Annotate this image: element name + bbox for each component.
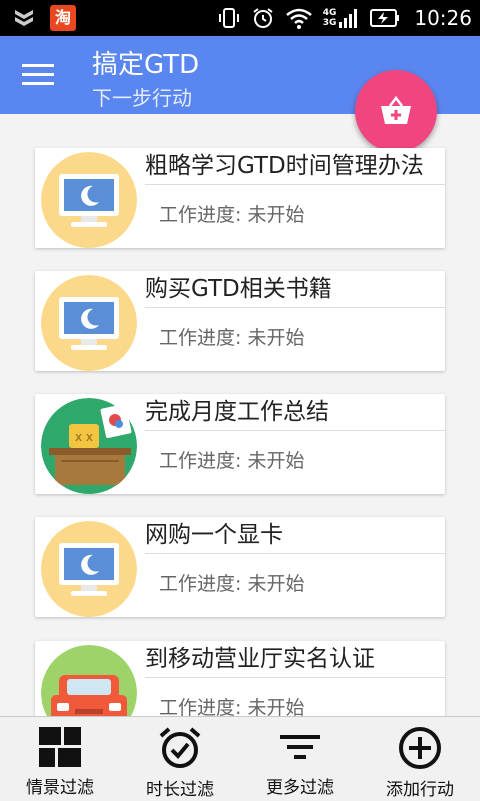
bottom-nav: 情景过滤 时长过滤 更多过滤 添加行动 xyxy=(0,716,480,801)
action-list: 粗略学习GTD时间管理办法 工作进度: 未开始 购买GTD相关书籍 工作进度: … xyxy=(0,114,480,716)
progress-value: 未开始 xyxy=(247,450,305,472)
action-title: 粗略学习GTD时间管理办法 xyxy=(145,150,445,185)
tab-label: 更多过滤 xyxy=(266,778,334,798)
progress-label: 工作进度: xyxy=(159,450,248,472)
progress-label: 工作进度: xyxy=(159,204,248,226)
tab-scene-filter[interactable]: 情景过滤 xyxy=(0,717,120,801)
network-indicator: 4G 3G xyxy=(323,6,361,30)
taobao-app-icon: 淘 xyxy=(50,5,76,31)
tab-duration-filter[interactable]: 时长过滤 xyxy=(120,717,240,801)
status-bar: 淘 4G 3G 10:26 xyxy=(0,0,480,36)
office-desk-icon: x x xyxy=(41,398,137,494)
action-card[interactable]: 粗略学习GTD时间管理办法 工作进度: 未开始 xyxy=(35,148,445,248)
network-top-label: 4G xyxy=(322,8,337,18)
tab-label: 添加行动 xyxy=(386,780,454,800)
grid-filter-icon xyxy=(39,727,81,767)
action-card[interactable]: 购买GTD相关书籍 工作进度: 未开始 xyxy=(35,271,445,371)
network-bottom-label: 3G xyxy=(322,18,337,28)
progress-value: 未开始 xyxy=(247,327,305,349)
action-progress: 工作进度: 未开始 xyxy=(159,446,304,473)
progress-label: 工作进度: xyxy=(159,327,248,349)
filter-lines-icon xyxy=(280,735,320,759)
action-card[interactable]: x x 完成月度工作总结 工作进度: 未开始 xyxy=(35,394,445,494)
progress-value: 未开始 xyxy=(247,697,305,716)
add-circle-icon xyxy=(399,727,441,769)
action-title: 网购一个显卡 xyxy=(145,519,445,554)
signal-icon xyxy=(339,9,358,28)
vibrate-icon xyxy=(218,8,239,28)
progress-value: 未开始 xyxy=(247,204,305,226)
monitor-moon-icon xyxy=(41,275,137,371)
progress-label: 工作进度: xyxy=(159,697,248,716)
action-card[interactable]: 到移动营业厅实名认证 工作进度: 未开始 xyxy=(35,641,445,716)
hamburger-menu-icon[interactable] xyxy=(22,64,54,88)
app-title: 搞定GTD xyxy=(92,50,200,80)
tab-add-action[interactable]: 添加行动 xyxy=(360,717,480,801)
notification-shield-icon xyxy=(15,10,33,26)
app-subtitle: 下一步行动 xyxy=(92,86,192,110)
progress-label: 工作进度: xyxy=(159,573,248,595)
action-progress: 工作进度: 未开始 xyxy=(159,323,304,350)
action-progress: 工作进度: 未开始 xyxy=(159,569,304,596)
action-progress: 工作进度: 未开始 xyxy=(159,693,304,716)
tab-more-filter[interactable]: 更多过滤 xyxy=(240,717,360,801)
action-card[interactable]: 网购一个显卡 工作进度: 未开始 xyxy=(35,517,445,617)
action-title: 到移动营业厅实名认证 xyxy=(145,643,445,678)
action-title: 完成月度工作总结 xyxy=(145,396,445,431)
tab-label: 时长过滤 xyxy=(146,780,214,800)
battery-charging-icon xyxy=(370,9,400,27)
svg-text:x x: x x xyxy=(75,430,93,444)
action-progress: 工作进度: 未开始 xyxy=(159,200,304,227)
wifi-icon xyxy=(285,8,312,29)
car-icon xyxy=(41,645,137,716)
tab-label: 情景过滤 xyxy=(26,778,94,798)
action-title: 购买GTD相关书籍 xyxy=(145,273,445,308)
alarm-icon xyxy=(253,8,273,28)
monitor-moon-icon xyxy=(41,152,137,248)
status-time: 10:26 xyxy=(414,6,472,30)
alarm-clock-icon xyxy=(159,727,201,768)
progress-value: 未开始 xyxy=(247,573,305,595)
monitor-moon-icon xyxy=(41,521,137,617)
